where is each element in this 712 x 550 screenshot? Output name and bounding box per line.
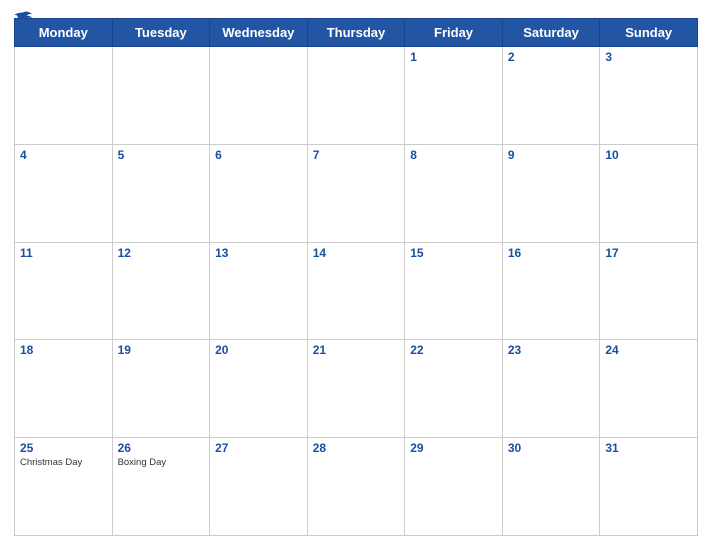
calendar-cell: 6 — [210, 144, 308, 242]
calendar-cell: 30 — [502, 438, 600, 536]
day-number: 2 — [508, 50, 595, 64]
day-number: 11 — [20, 246, 107, 260]
calendar-cell: 23 — [502, 340, 600, 438]
weekday-header-saturday: Saturday — [502, 19, 600, 47]
calendar-wrapper: MondayTuesdayWednesdayThursdayFridaySatu… — [0, 0, 712, 550]
day-number: 23 — [508, 343, 595, 357]
calendar-cell: 10 — [600, 144, 698, 242]
weekday-header-sunday: Sunday — [600, 19, 698, 47]
day-number: 19 — [118, 343, 205, 357]
logo-blue — [14, 10, 34, 24]
calendar-cell: 12 — [112, 242, 210, 340]
week-row-4: 18 19 20 21 22 23 24 — [15, 340, 698, 438]
calendar-cell: 13 — [210, 242, 308, 340]
day-number: 26 — [118, 441, 205, 455]
day-number: 17 — [605, 246, 692, 260]
calendar-cell — [210, 47, 308, 145]
day-number: 4 — [20, 148, 107, 162]
calendar-cell: 25 Christmas Day — [15, 438, 113, 536]
weekday-header-thursday: Thursday — [307, 19, 405, 47]
calendar-cell: 26 Boxing Day — [112, 438, 210, 536]
calendar-cell: 9 — [502, 144, 600, 242]
holiday-name: Boxing Day — [118, 457, 205, 468]
holiday-name: Christmas Day — [20, 457, 107, 468]
day-number: 27 — [215, 441, 302, 455]
calendar-cell: 18 — [15, 340, 113, 438]
day-number: 14 — [313, 246, 400, 260]
calendar-cell: 8 — [405, 144, 503, 242]
day-number: 15 — [410, 246, 497, 260]
calendar-thead: MondayTuesdayWednesdayThursdayFridaySatu… — [15, 19, 698, 47]
day-number: 20 — [215, 343, 302, 357]
day-number: 6 — [215, 148, 302, 162]
day-number: 5 — [118, 148, 205, 162]
logo-bird-icon — [14, 10, 32, 24]
day-number: 1 — [410, 50, 497, 64]
weekday-header-wednesday: Wednesday — [210, 19, 308, 47]
calendar-table: MondayTuesdayWednesdayThursdayFridaySatu… — [14, 18, 698, 536]
day-number: 3 — [605, 50, 692, 64]
day-number: 9 — [508, 148, 595, 162]
calendar-cell: 16 — [502, 242, 600, 340]
day-number: 16 — [508, 246, 595, 260]
calendar-cell: 3 — [600, 47, 698, 145]
calendar-cell — [112, 47, 210, 145]
calendar-cell: 22 — [405, 340, 503, 438]
calendar-cell: 7 — [307, 144, 405, 242]
day-number: 7 — [313, 148, 400, 162]
day-number: 28 — [313, 441, 400, 455]
day-number: 21 — [313, 343, 400, 357]
calendar-cell: 27 — [210, 438, 308, 536]
logo — [14, 10, 34, 24]
calendar-cell: 28 — [307, 438, 405, 536]
weekday-header-friday: Friday — [405, 19, 503, 47]
day-number: 31 — [605, 441, 692, 455]
day-number: 13 — [215, 246, 302, 260]
calendar-cell: 4 — [15, 144, 113, 242]
day-number: 25 — [20, 441, 107, 455]
calendar-cell — [307, 47, 405, 145]
calendar-cell: 1 — [405, 47, 503, 145]
calendar-cell: 2 — [502, 47, 600, 145]
calendar-cell: 20 — [210, 340, 308, 438]
calendar-cell: 17 — [600, 242, 698, 340]
calendar-cell: 24 — [600, 340, 698, 438]
calendar-cell: 31 — [600, 438, 698, 536]
calendar-body: 1234567891011121314151617181920212223242… — [15, 47, 698, 536]
week-row-3: 11 12 13 14 15 16 17 — [15, 242, 698, 340]
week-row-1: 123 — [15, 47, 698, 145]
calendar-cell: 19 — [112, 340, 210, 438]
calendar-cell: 29 — [405, 438, 503, 536]
day-number: 12 — [118, 246, 205, 260]
day-number: 29 — [410, 441, 497, 455]
calendar-cell: 15 — [405, 242, 503, 340]
day-number: 8 — [410, 148, 497, 162]
week-row-5: 25 Christmas Day 26 Boxing Day 27 28 29 30 31 — [15, 438, 698, 536]
day-number: 30 — [508, 441, 595, 455]
weekday-header-tuesday: Tuesday — [112, 19, 210, 47]
calendar-cell: 21 — [307, 340, 405, 438]
calendar-cell: 14 — [307, 242, 405, 340]
calendar-cell: 11 — [15, 242, 113, 340]
day-number: 10 — [605, 148, 692, 162]
day-number: 18 — [20, 343, 107, 357]
weekday-header-row: MondayTuesdayWednesdayThursdayFridaySatu… — [15, 19, 698, 47]
day-number: 24 — [605, 343, 692, 357]
calendar-cell — [15, 47, 113, 145]
week-row-2: 456789 10 — [15, 144, 698, 242]
calendar-cell: 5 — [112, 144, 210, 242]
day-number: 22 — [410, 343, 497, 357]
